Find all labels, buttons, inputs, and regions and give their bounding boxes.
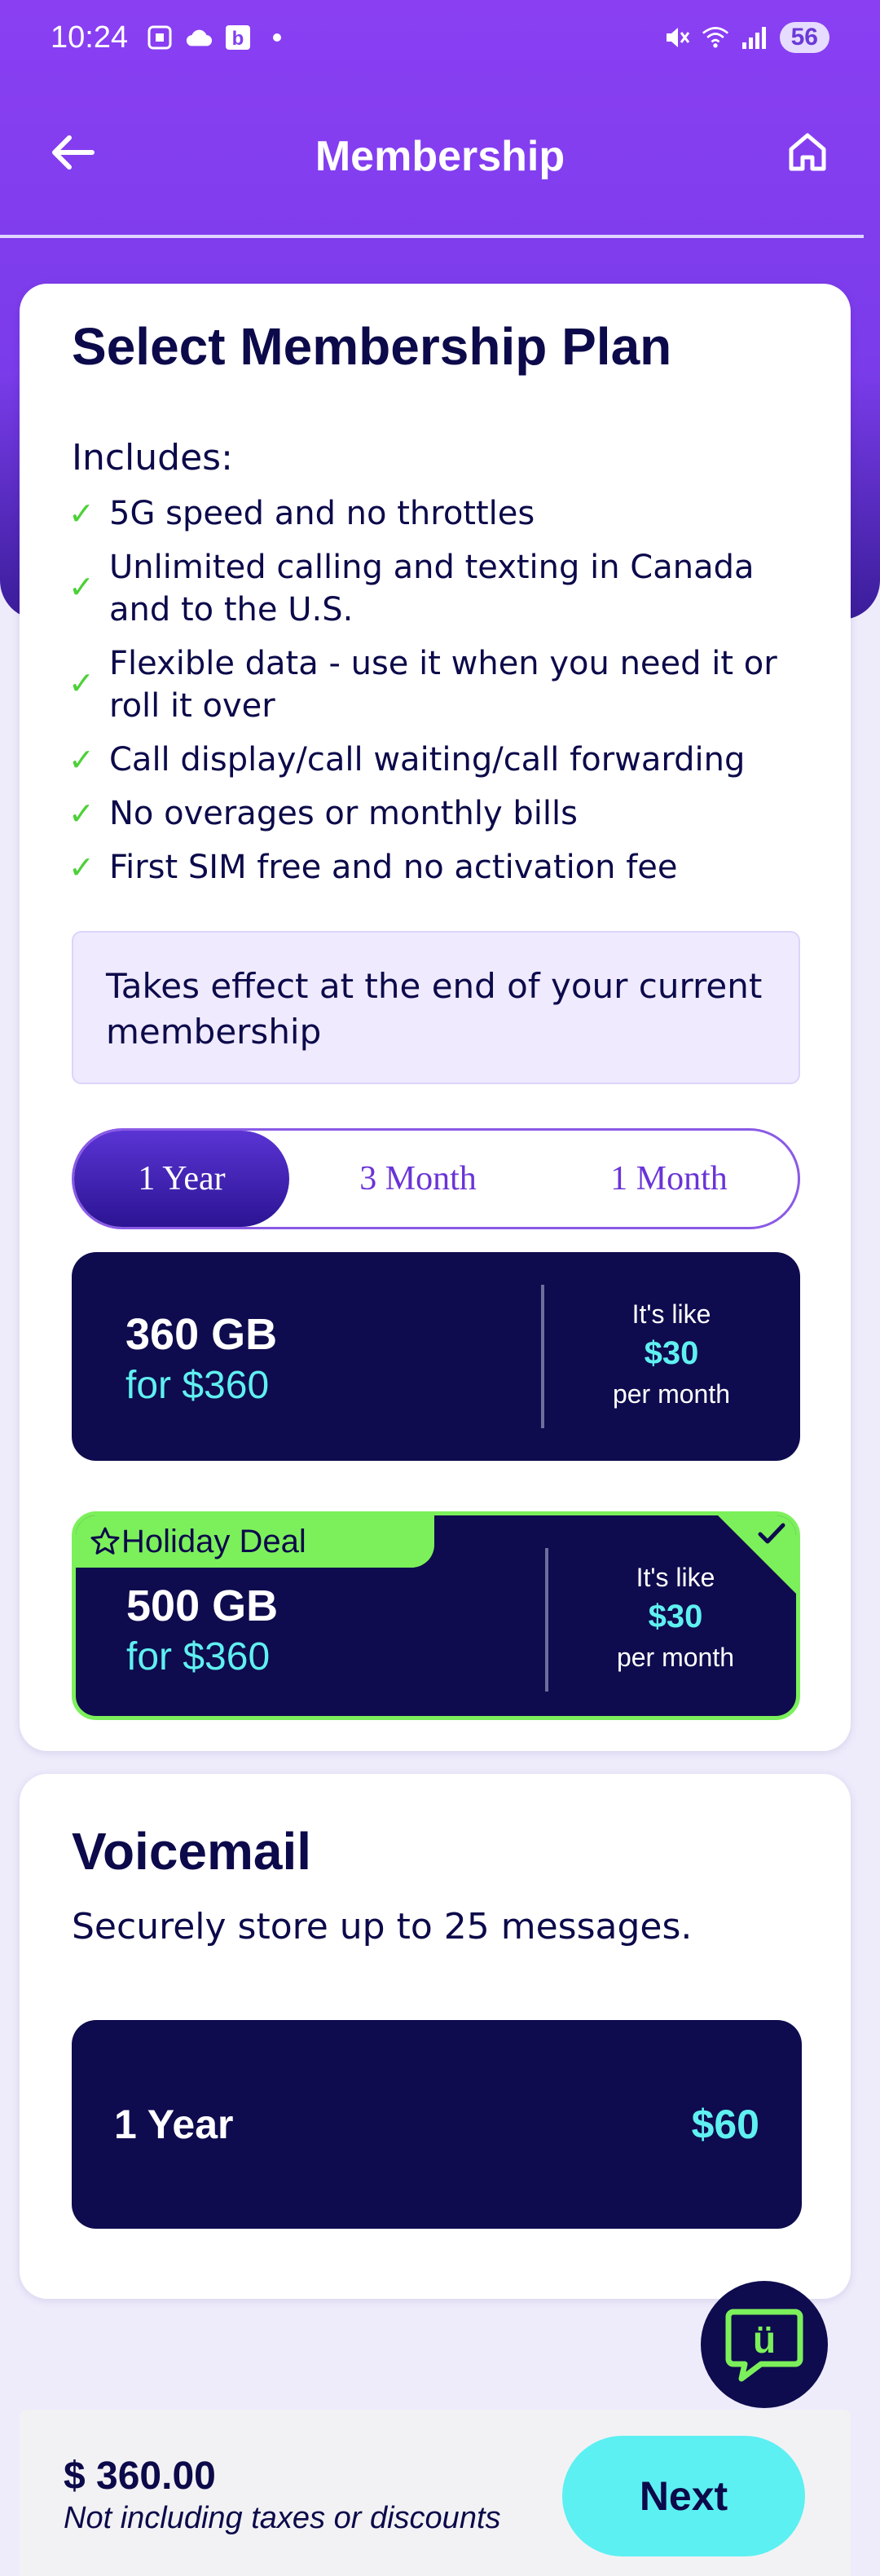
status-time: 10:24	[51, 20, 129, 55]
page-title: Membership	[315, 133, 565, 180]
home-button[interactable]	[781, 126, 834, 179]
offer-monthly-equivalent: It's like $30 per month	[612, 1299, 731, 1409]
back-button[interactable]	[46, 126, 99, 179]
next-button[interactable]: Next	[562, 2436, 805, 2556]
check-icon	[758, 1523, 785, 1544]
voicemail-title: Voicemail	[72, 1822, 312, 1881]
includes-label: Includes:	[72, 437, 233, 479]
offer-data-amount: 500 GB	[126, 1581, 279, 1630]
membership-plan-card: Select Membership Plan Includes: ✓ 5G sp…	[20, 284, 851, 1751]
chat-icon: ü	[725, 2309, 803, 2382]
dot-icon	[263, 24, 291, 51]
offer-divider	[541, 1285, 544, 1428]
term-option-3-month[interactable]: 3 Month	[289, 1131, 547, 1227]
cloud-icon	[185, 24, 213, 51]
offer-price: for $360	[125, 1364, 270, 1407]
holiday-deal-badge: Holiday Deal	[76, 1515, 434, 1568]
arrow-left-icon	[52, 135, 95, 170]
feature-item: ✓ 5G speed and no throttles	[68, 492, 802, 535]
signal-icon	[741, 24, 768, 51]
check-icon: ✓	[68, 496, 95, 532]
status-bar: 10:24 b 56	[0, 0, 880, 75]
feature-list: ✓ 5G speed and no throttles ✓ Unlimited …	[68, 492, 802, 900]
home-icon	[789, 133, 826, 171]
svg-text:ü: ü	[753, 2318, 776, 2361]
plan-offer-500gb[interactable]: Holiday Deal 500 GB for $360 It's like $…	[72, 1511, 800, 1720]
battery-indicator: 56	[779, 22, 829, 53]
offer-monthly-equivalent: It's like $30 per month	[616, 1563, 735, 1672]
plan-title: Select Membership Plan	[72, 317, 672, 376]
voicemail-description: Securely store up to 25 messages.	[72, 1906, 693, 1947]
feature-item: ✓ Call display/call waiting/call forward…	[68, 739, 802, 781]
feature-item: ✓ First SIM free and no activation fee	[68, 846, 802, 889]
feature-item: ✓ Unlimited calling and texting in Canad…	[68, 546, 802, 631]
voicemail-term: 1 Year	[114, 2102, 234, 2147]
check-icon: ✓	[68, 742, 95, 778]
total-note: Not including taxes or discounts	[64, 2501, 501, 2535]
term-selector: 1 Year 3 Month 1 Month	[72, 1128, 800, 1229]
svg-text:b: b	[232, 28, 244, 50]
voicemail-card: Voicemail Securely store up to 25 messag…	[20, 1774, 851, 2299]
check-icon: ✓	[68, 796, 95, 831]
feature-item: ✓ No overages or monthly bills	[68, 792, 802, 835]
plan-offer-360gb[interactable]: 360 GB for $360 It's like $30 per month	[72, 1252, 800, 1461]
term-option-1-year[interactable]: 1 Year	[74, 1131, 289, 1227]
offer-data-amount: 360 GB	[125, 1310, 278, 1359]
screenshot-icon	[146, 24, 174, 51]
wifi-icon	[702, 24, 729, 51]
voicemail-price: $60	[691, 2102, 759, 2147]
check-icon: ✓	[68, 569, 95, 605]
check-icon: ✓	[68, 849, 95, 885]
feature-item: ✓ Flexible data - use it when you need i…	[68, 642, 802, 727]
b-app-icon: b	[224, 24, 252, 51]
effective-date-notice: Takes effect at the end of your current …	[72, 931, 800, 1084]
check-icon: ✓	[68, 665, 95, 701]
star-icon	[90, 1527, 120, 1555]
chat-support-button[interactable]: ü	[701, 2281, 828, 2408]
term-option-1-month[interactable]: 1 Month	[547, 1131, 791, 1227]
offer-divider	[545, 1548, 548, 1692]
header-divider	[0, 235, 864, 238]
app-header: Membership	[0, 75, 880, 238]
total-price: $ 360.00	[64, 2455, 216, 2498]
mute-icon	[662, 24, 690, 51]
offer-price: for $360	[126, 1635, 271, 1678]
checkout-bar: $ 360.00 Not including taxes or discount…	[20, 2410, 851, 2576]
voicemail-option[interactable]: 1 Year $60	[72, 2020, 802, 2229]
